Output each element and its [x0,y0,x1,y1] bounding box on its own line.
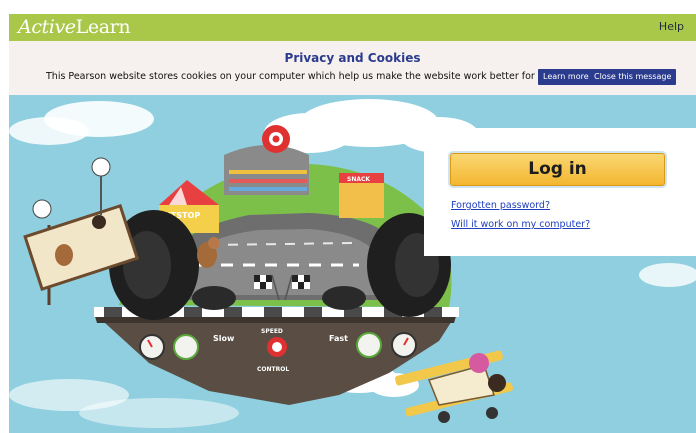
activelearn-logo[interactable]: ActiveLearn [18,16,131,38]
fast-label: Fast [329,334,348,343]
forgotten-password-link[interactable]: Forgotten password? [451,200,550,211]
pole-gauge-icon [91,157,111,177]
login-button[interactable]: Log in [450,153,665,186]
cookie-banner-message: This Pearson website stores cookies on y… [46,71,559,82]
speed-label: SPEED [261,328,283,335]
learn-more-button[interactable]: Learn more [538,69,594,85]
logo-active-text: Active [18,16,76,38]
page: ActiveLearn Help Privacy and Cookies Thi… [0,0,696,433]
top-bar: ActiveLearn Help [9,14,696,41]
control-label: CONTROL [257,366,289,373]
close-message-button[interactable]: Close this message [589,69,677,85]
compatibility-check-link[interactable]: Will it work on my computer? [451,219,590,230]
help-link[interactable]: Help [659,20,684,33]
snack-sign: SNACK [347,176,370,183]
slow-label: Slow [213,334,235,343]
login-panel: Log in Forgotten password? Will it work … [424,128,696,256]
pole-gauge-icon [32,199,52,219]
logo-learn-text: Learn [75,16,131,38]
cookie-banner-title: Privacy and Cookies [284,51,421,65]
cookie-banner: Privacy and Cookies This Pearson website… [9,41,696,95]
snack-stall [339,180,384,218]
